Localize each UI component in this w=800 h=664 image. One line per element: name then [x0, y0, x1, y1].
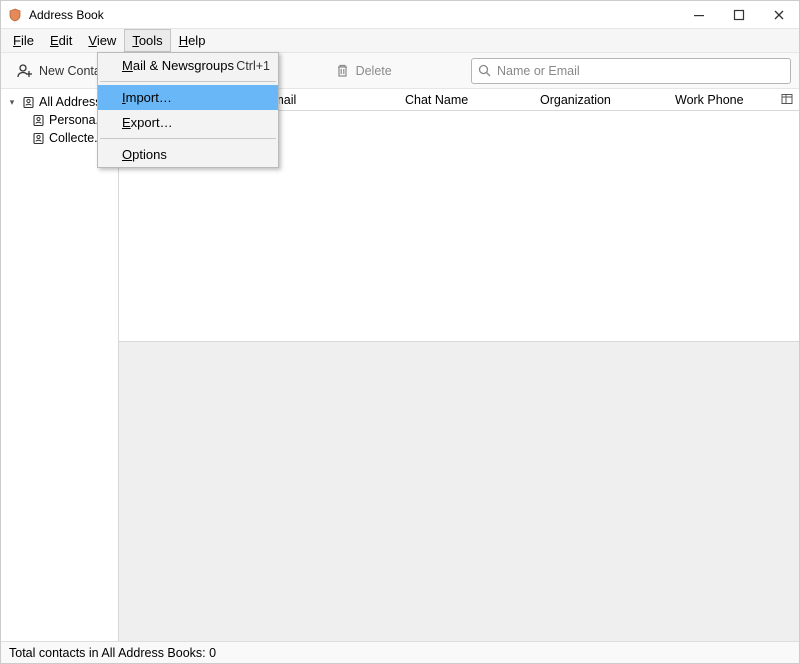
chevron-down-icon: ▾	[7, 97, 17, 108]
search-icon	[478, 64, 491, 77]
menu-bar: File Edit View Tools Help	[1, 29, 799, 53]
status-text: Total contacts in All Address Books: 0	[9, 646, 216, 660]
title-bar: Address Book	[1, 1, 799, 29]
address-book-icon	[31, 113, 45, 127]
address-book-tree: ▾ All Address Persona. Collecte.	[1, 89, 119, 641]
menu-item-options[interactable]: Options	[98, 142, 278, 167]
close-button[interactable]	[759, 1, 799, 29]
window-title: Address Book	[29, 8, 104, 22]
menu-view[interactable]: View	[80, 29, 124, 52]
menu-tools[interactable]: Tools	[124, 29, 170, 52]
delete-button[interactable]: Delete	[327, 60, 400, 81]
address-book-icon	[21, 95, 35, 109]
maximize-button[interactable]	[719, 1, 759, 29]
search-input[interactable]	[497, 64, 784, 78]
menu-item-import[interactable]: Import…	[98, 85, 278, 110]
tree-item-label: All Address	[39, 95, 102, 109]
tree-item-label: Collecte.	[49, 131, 98, 145]
status-bar: Total contacts in All Address Books: 0	[1, 641, 799, 663]
column-header-email[interactable]: Email	[259, 93, 399, 107]
menu-item-export[interactable]: Export…	[98, 110, 278, 135]
menu-help[interactable]: Help	[171, 29, 214, 52]
menu-edit[interactable]: Edit	[42, 29, 80, 52]
search-box[interactable]	[471, 58, 791, 84]
app-icon	[7, 7, 23, 23]
tools-menu-dropdown: Mail & Newsgroups Ctrl+1 Import… Export……	[97, 52, 279, 168]
menu-item-mail-newsgroups[interactable]: Mail & Newsgroups Ctrl+1	[98, 53, 278, 78]
trash-icon	[335, 63, 350, 78]
minimize-button[interactable]	[679, 1, 719, 29]
column-header-organization[interactable]: Organization	[534, 93, 669, 107]
new-contact-icon	[17, 63, 33, 79]
shortcut-label: Ctrl+1	[236, 59, 270, 73]
tree-item-label: Persona.	[49, 113, 99, 127]
address-book-icon	[31, 131, 45, 145]
contact-detail-pane	[119, 341, 799, 641]
menu-separator	[100, 81, 276, 82]
column-header-chat-name[interactable]: Chat Name	[399, 93, 534, 107]
menu-file[interactable]: File	[5, 29, 42, 52]
delete-label: Delete	[356, 64, 392, 78]
menu-separator	[100, 138, 276, 139]
column-picker-button[interactable]	[779, 91, 795, 107]
